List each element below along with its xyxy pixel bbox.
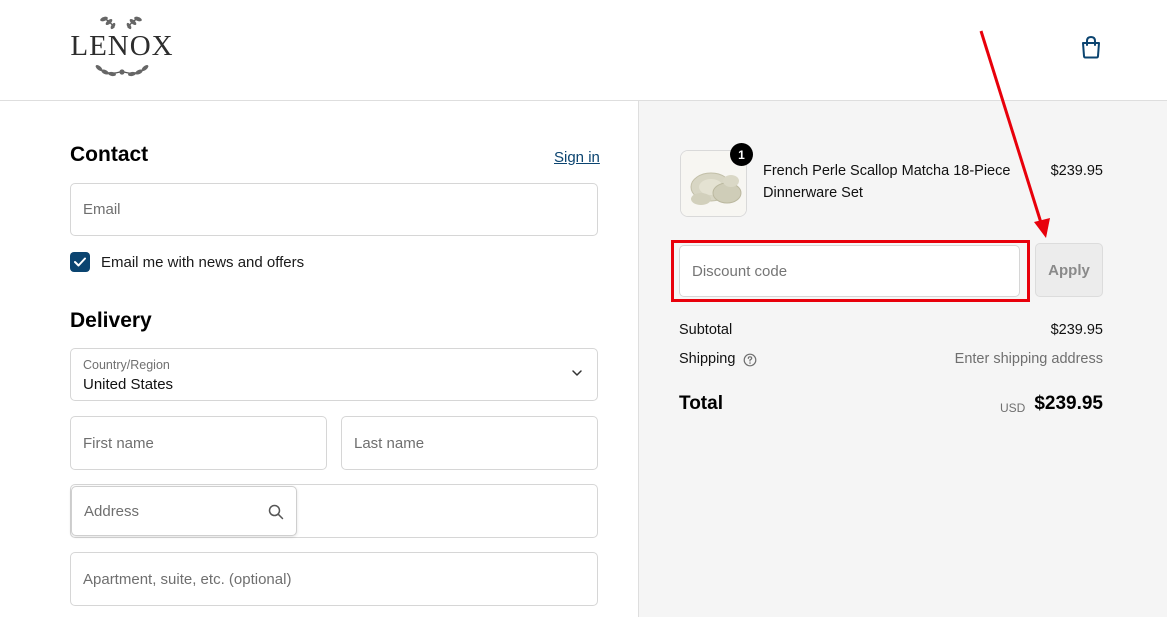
last-name-input[interactable] <box>342 417 597 469</box>
cart-button[interactable] <box>1077 33 1105 61</box>
delivery-heading: Delivery <box>70 309 152 332</box>
chevron-down-icon <box>572 370 582 376</box>
total-currency: USD <box>1000 401 1026 415</box>
total-amount: $239.95 <box>1034 393 1103 414</box>
subtotal-label: Subtotal <box>679 322 733 338</box>
newsletter-label: Email me with news and offers <box>101 254 305 271</box>
help-circle-icon[interactable] <box>743 353 757 367</box>
checkout-header: LENOX <box>0 0 1167 101</box>
subtotal-value: $239.95 <box>1050 322 1103 338</box>
apartment-field[interactable] <box>70 552 598 606</box>
address-input[interactable] <box>72 487 252 535</box>
contact-heading: Contact <box>70 143 149 166</box>
email-field[interactable] <box>70 183 598 236</box>
first-name-field[interactable] <box>70 416 327 470</box>
search-icon[interactable] <box>268 504 284 520</box>
first-name-input[interactable] <box>71 417 326 469</box>
shipping-label: Shipping <box>679 351 736 367</box>
annotation-highlight-box <box>671 240 1030 302</box>
apply-discount-button[interactable]: Apply <box>1035 243 1103 297</box>
total-label: Total <box>679 393 723 414</box>
lenox-logo[interactable]: LENOX <box>66 10 178 80</box>
newsletter-checkbox[interactable] <box>70 252 90 272</box>
shipping-value: Enter shipping address <box>954 351 1103 367</box>
product-price: $239.95 <box>1050 163 1103 179</box>
checkmark-icon <box>74 257 86 267</box>
country-select[interactable]: Country/Region United States <box>70 348 598 401</box>
quantity-badge: 1 <box>730 143 753 166</box>
product-name: French Perle Scallop Matcha 18-Piece Din… <box>763 163 1011 201</box>
address-autocomplete[interactable] <box>71 486 297 536</box>
country-label: Country/Region <box>83 358 170 372</box>
sign-in-link[interactable]: Sign in <box>554 149 600 166</box>
apartment-input[interactable] <box>71 553 597 605</box>
shopping-bag-icon <box>1082 35 1100 59</box>
email-input[interactable] <box>71 184 597 235</box>
last-name-field[interactable] <box>341 416 598 470</box>
country-value: United States <box>83 376 174 393</box>
logo-text: LENOX <box>70 30 173 62</box>
